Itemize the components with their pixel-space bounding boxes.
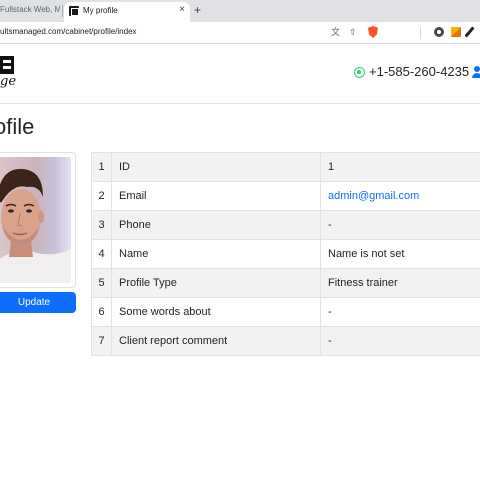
user-icon[interactable] xyxy=(472,66,480,78)
table-row: 4 Name Name is not set xyxy=(91,239,480,269)
browser-tab-inactive[interactable]: Fullstack Web, Mo xyxy=(0,0,62,22)
browser-tab-title: My profile xyxy=(83,6,118,15)
row-number: 5 xyxy=(91,268,112,298)
row-value: Fitness trainer xyxy=(320,268,480,298)
row-number: 4 xyxy=(91,239,112,269)
browser-tab-inactive-title: Fullstack Web, Mo xyxy=(0,5,60,14)
row-label: Some words about xyxy=(111,297,321,327)
address-bar[interactable]: ultsmanaged.com/cabinet/profile/index xyxy=(0,27,137,36)
table-row: 5 Profile Type Fitness trainer xyxy=(91,268,480,298)
new-tab-button[interactable]: + xyxy=(194,3,201,17)
tab-favicon-icon xyxy=(69,6,79,16)
tab-close-icon[interactable]: × xyxy=(179,4,185,16)
row-value: Name is not set xyxy=(320,239,480,269)
share-icon[interactable]: ⇧ xyxy=(349,25,357,39)
table-row: 1 ID 1 xyxy=(91,152,480,182)
row-value: 1 xyxy=(320,152,480,182)
site-logo[interactable]: ge xyxy=(0,56,17,92)
row-label: Name xyxy=(111,239,321,269)
table-row: 7 Client report comment - xyxy=(91,326,480,356)
profile-photo-art xyxy=(0,168,71,283)
table-row: 2 Email admin@gmail.com xyxy=(91,181,480,211)
row-number: 7 xyxy=(91,326,112,356)
profile-photo xyxy=(0,157,71,283)
row-number: 3 xyxy=(91,210,112,240)
site-header: ge +1-585-260-4235 xyxy=(0,44,480,104)
page-title: ofile xyxy=(0,114,35,139)
browser-tab-active[interactable]: My profile × xyxy=(64,2,190,22)
brave-shield-icon[interactable] xyxy=(368,26,378,38)
browser-tab-strip: Fullstack Web, Mo My profile × + xyxy=(0,0,480,22)
header-phone-link[interactable]: +1-585-260-4235 xyxy=(369,64,469,79)
profile-table: 1 ID 1 2 Email admin@gmail.com 3 Phone -… xyxy=(91,152,480,356)
row-label: Email xyxy=(111,181,321,211)
row-value: - xyxy=(320,210,480,240)
email-link[interactable]: admin@gmail.com xyxy=(328,190,419,202)
row-number: 2 xyxy=(91,181,112,211)
row-label: Client report comment xyxy=(111,326,321,356)
row-label: ID xyxy=(111,152,321,182)
update-button[interactable]: Update xyxy=(0,292,76,313)
browser-toolbar: ultsmanaged.com/cabinet/profile/index 文 … xyxy=(0,22,480,44)
row-value: - xyxy=(320,297,480,327)
logo-script: ge xyxy=(0,74,17,89)
row-label: Phone xyxy=(111,210,321,240)
extension-flag-icon[interactable] xyxy=(451,27,461,37)
row-number: 1 xyxy=(91,152,112,182)
row-value-cell: admin@gmail.com xyxy=(320,181,480,211)
extension-gear-icon[interactable] xyxy=(434,27,444,37)
row-label: Profile Type xyxy=(111,268,321,298)
pen-icon[interactable] xyxy=(464,26,475,38)
row-value: - xyxy=(320,326,480,356)
toolbar-divider xyxy=(420,27,421,39)
whatsapp-icon[interactable] xyxy=(354,67,365,78)
logo-mark xyxy=(0,56,14,74)
tab-separator xyxy=(62,5,63,17)
table-row: 3 Phone - xyxy=(91,210,480,240)
row-number: 6 xyxy=(91,297,112,327)
table-row: 6 Some words about - xyxy=(91,297,480,327)
translate-icon[interactable]: 文 xyxy=(331,25,340,39)
profile-photo-card xyxy=(0,152,76,288)
